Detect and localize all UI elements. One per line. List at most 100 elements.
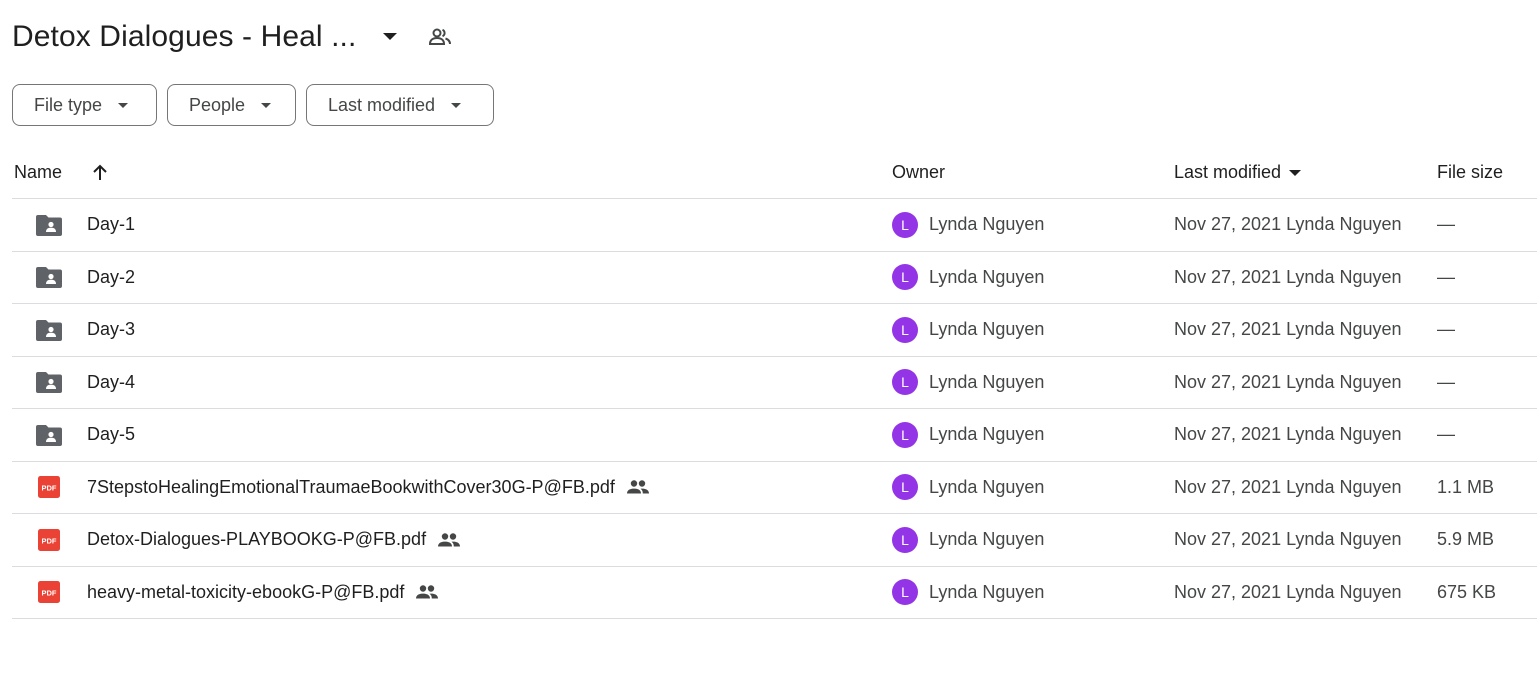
filter-people-label: People [189,94,246,115]
table-row[interactable]: Day-2 L Lynda Nguyen Nov 27, 2021 Lynda Ngu… [12,252,1537,304]
avatar: L [892,421,918,448]
file-name[interactable]: heavy-metal-toxicity-ebookG-P@FB.pdf [87,582,404,603]
column-name-header[interactable]: Name [14,146,108,199]
last-modified-cell: Nov 27, 2021 Lynda Nguyen [1174,371,1402,392]
owner-cell: L Lynda Nguyen [892,409,1044,461]
owner-cell: L Lynda Nguyen [892,567,1044,619]
avatar: L [892,264,918,291]
last-modified-cell: Nov 27, 2021 Lynda Nguyen [1174,266,1402,287]
column-owner-label: Owner [892,162,946,182]
caret-down-icon [451,102,462,108]
file-name[interactable]: Day-1 [87,214,135,235]
column-name-label: Name [14,162,63,182]
name-cell: Day-4 [34,357,135,409]
file-size-cell: — [1437,319,1455,340]
shared-folder-icon [34,367,64,397]
svg-text:PDF: PDF [42,589,57,598]
shared-folder-icon [34,262,64,292]
column-last-modified-label: Last modified [1174,162,1282,182]
filter-people[interactable]: People [167,84,296,126]
header: Detox Dialogues - Heal ... [12,14,452,60]
file-size-cell: 675 KB [1437,581,1497,602]
shared-folder-icon [34,315,64,345]
svg-text:PDF: PDF [42,536,57,545]
filter-bar: File type People Last modified [12,84,494,126]
people-icon [416,585,439,599]
file-size-cell: 1.1 MB [1437,476,1495,497]
people-icon [438,533,461,547]
file-list: Name Owner Last modified File size Day-1… [12,146,1537,619]
owner-name: Lynda Nguyen [929,214,1045,235]
name-cell: Day-3 [34,304,135,356]
owner-name: Lynda Nguyen [929,319,1045,340]
name-cell: PDF Detox-Dialogues-PLAYBOOKG-P@FB.pdf [34,514,461,566]
people-icon [626,480,649,494]
table-row[interactable]: PDF Detox-Dialogues-PLAYBOOKG-P@FB.pdf L Ly… [12,514,1537,567]
filter-file-type-label: File type [34,94,103,115]
table-row[interactable]: Day-1 L Lynda Nguyen Nov 27, 2021 Lynda Ngu… [12,199,1537,252]
file-name[interactable]: 7StepstoHealingEmotionalTraumaeBookwithC… [87,477,615,498]
file-name[interactable]: Day-5 [87,424,135,445]
shared-folder-icon [34,420,64,450]
table-header: Name Owner Last modified File size [12,146,1537,199]
last-modified-cell: Nov 27, 2021 Lynda Nguyen [1174,476,1402,497]
table-row[interactable]: PDF heavy-metal-toxicity-ebookG-P@FB.pdf L… [12,567,1537,619]
pdf-icon: PDF [34,577,64,607]
file-size-cell: — [1437,214,1455,235]
name-cell: Day-2 [34,252,135,304]
file-name[interactable]: Day-4 [87,372,135,393]
owner-cell: L Lynda Nguyen [892,514,1044,566]
owner-cell: L Lynda Nguyen [892,304,1044,356]
file-name[interactable]: Detox-Dialogues-PLAYBOOKG-P@FB.pdf [87,529,426,550]
avatar: L [892,474,918,501]
pdf-icon: PDF [34,525,64,555]
shared-folder-icon [34,210,64,240]
column-owner-header[interactable]: Owner [892,146,945,199]
avatar: L [892,579,918,606]
owner-name: Lynda Nguyen [929,266,1045,287]
owner-name: Lynda Nguyen [929,476,1045,497]
avatar: L [892,316,918,343]
avatar: L [892,369,918,396]
table-row[interactable]: PDF 7StepstoHealingEmotionalTraumaeBookwi… [12,462,1537,514]
caret-down-icon [1289,169,1302,176]
filter-file-type[interactable]: File type [12,84,157,126]
file-name[interactable]: Day-3 [87,319,135,340]
avatar: L [892,211,918,238]
owner-name: Lynda Nguyen [929,581,1045,602]
file-name[interactable]: Day-2 [87,267,135,288]
owner-cell: L Lynda Nguyen [892,357,1044,409]
column-file-size-header[interactable]: File size [1437,146,1503,199]
column-file-size-label: File size [1437,162,1504,182]
last-modified-cell: Nov 27, 2021 Lynda Nguyen [1174,529,1402,550]
file-size-cell: — [1437,424,1455,445]
table-row[interactable]: Day-5 L Lynda Nguyen Nov 27, 2021 Lynda Ngu… [12,409,1537,462]
shared-people-icon[interactable] [428,25,452,49]
name-cell: PDF heavy-metal-toxicity-ebookG-P@FB.pdf [34,567,439,619]
table-row[interactable]: Day-3 L Lynda Nguyen Nov 27, 2021 Lynda Ngu… [12,304,1537,357]
last-modified-cell: Nov 27, 2021 Lynda Nguyen [1174,214,1402,235]
filter-last-modified[interactable]: Last modified [306,84,494,126]
last-modified-cell: Nov 27, 2021 Lynda Nguyen [1174,581,1402,602]
caret-down-icon [118,102,129,108]
column-last-modified-header[interactable]: Last modified [1174,146,1302,199]
filter-last-modified-label: Last modified [328,94,436,115]
owner-name: Lynda Nguyen [929,424,1045,445]
owner-cell: L Lynda Nguyen [892,199,1044,251]
owner-name: Lynda Nguyen [929,371,1045,392]
owner-cell: L Lynda Nguyen [892,462,1044,514]
name-cell: Day-5 [34,409,135,461]
name-cell: Day-1 [34,199,135,251]
sort-arrow-up-icon[interactable] [92,164,108,181]
file-size-cell: — [1437,371,1455,392]
folder-title[interactable]: Detox Dialogues - Heal ... [12,20,356,54]
table-row[interactable]: Day-4 L Lynda Nguyen Nov 27, 2021 Lynda Ngu… [12,357,1537,409]
name-cell: PDF 7StepstoHealingEmotionalTraumaeBookwi… [34,462,649,514]
file-size-cell: 5.9 MB [1437,529,1495,550]
pdf-icon: PDF [34,472,64,502]
folder-menu-caret-icon[interactable] [378,25,402,49]
file-size-cell: — [1437,266,1455,287]
svg-text:PDF: PDF [42,484,57,493]
last-modified-cell: Nov 27, 2021 Lynda Nguyen [1174,424,1402,445]
avatar: L [892,526,918,553]
